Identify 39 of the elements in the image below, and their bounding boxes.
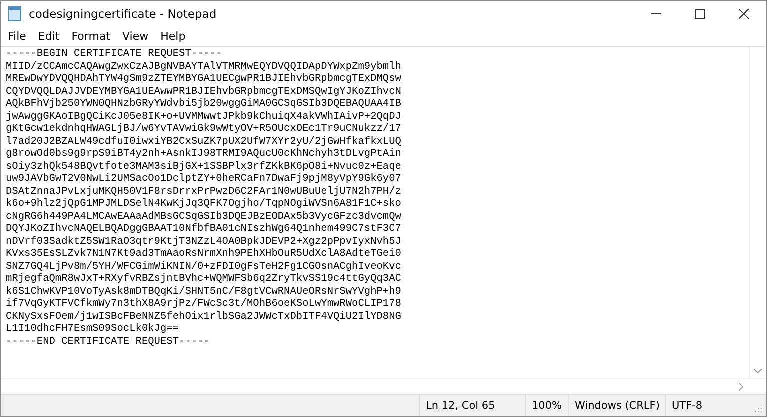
status-text: Ln 12, Col 65	[419, 395, 525, 416]
menu-item[interactable]: Format	[66, 30, 116, 43]
status-text: Windows (CRLF)	[568, 395, 665, 416]
text-line: uw9JAVbGwT2V0NwLi2UMSacOo1DclptZY+0heRCaFn7DwaFj9pjM8yVpY9Gk6y07	[6, 173, 402, 186]
text-line: DSAtZnnaJPvLxjuMKQH50V1F8rsDrrxPrPwzD6C2FAr1N0wUBuUeljU7N2h7PH/z	[6, 186, 402, 198]
window-title: codesigningcertificate - Notepad	[29, 7, 217, 21]
text-line: gKtGcw1ekdnhqHWAGLjBJ/w6YvTAVwiGk9wWtyOV+R5OUcxOEc1Tr9uCNukzz/17	[6, 123, 402, 136]
text-line: CKNySxsFOem/j1wISBcFBeNNZ5fehOix1rlbSGa2JWWcTxDbITF4VQiU2IlYD8NG	[6, 310, 402, 323]
text-line: DQYJKoZIhvcNAQELBQADggGBAAT10NfbfBA01cNIszhWg64Q1nhem499C7stF3C7	[6, 223, 402, 236]
close-icon	[739, 9, 749, 19]
text-line: L1I10dhcFH7EsmS09SocLk0kJg==	[6, 323, 180, 336]
text-line: k6o+9hlz2jQpG1MPJMLDSelN4KwKjJq3QFK7Ogjho/TqpNOgiWVSn6A81F1C+sko	[6, 198, 402, 210]
text-line: CQYDVQQLDAJJVDEYMBYGA1UEAwwPR1BJIEhvbGRpbmcgTExDMSQwIgYJKoZIhvcN	[6, 86, 402, 98]
text-line: g8rowOd0bs9g9rpS9iBT4y2nh+AsnkIJ98TRMI9AQucU0cKhNchyh3tDLvgPtAin	[6, 148, 402, 160]
text-line: jwAwggGKAoIBgQCiKcJ05e8IK+o+UVMMwwtJPkb9kChuiqX4akVWhIAivP+2QqDJ	[6, 110, 402, 123]
menu-item[interactable]: Help	[154, 30, 192, 43]
text-line: KVxs35EsSLZvk7N1N7Kt9ad3TmAaoRsNrmXnh9PEhXHbOuR5UdXclA8AdteTGei0	[6, 248, 402, 260]
text-line: nDVrf03SadktZ5SW1RaO3qtr9KtjT3NZzL4OA0BpkJDEVP2+Xgz2pPpvIyxNvh5J	[6, 236, 402, 248]
notepad-icon	[8, 6, 22, 22]
text-line: MIID/zCCAmcCAQAwgZwxCzAJBgNVBAYTAlVTMRMwEQYDVQQIDApDYWxpZm9ybmlh	[6, 60, 402, 73]
maximize-icon	[695, 9, 705, 19]
text-line: -----BEGIN CERTIFICATE REQUEST-----	[6, 48, 222, 60]
scroll-right-icon[interactable]	[739, 382, 744, 390]
text-line: AQkBFhVjb250YWN0QHNzbGRyYWdvbi5jb20wggGiMA0GCSqGSIb3DQEBAQUAA4IB	[6, 98, 402, 110]
menu-item[interactable]: File	[2, 30, 32, 43]
text-line: mRjegfaQmR8wJxT+RXyfvRBZsjntBVhc+WQMWFSb6q2ZryTkvSS19c4ttGyQq3AC	[6, 273, 402, 286]
status-text: 100%	[525, 395, 568, 416]
text-line: -----END CERTIFICATE REQUEST-----	[6, 336, 210, 348]
scroll-down-icon[interactable]	[754, 369, 762, 374]
text-line: l7ad20J2BZALW49cdfuI0iwxiYB2CxSuZK7pUX2UfW7XYr2yU/2jGwHfkafkxLUQ	[6, 136, 402, 148]
text-line: if7VqGyKTFVCfkmWy7n3thX8A9rjPz/FWcSc3t/MOhB6oeKSoLwYmwRWoCLIP178	[6, 298, 402, 310]
text-line: MREwDwYDVQQHDAhTYW4gSm9zZTEYMBYGA1UECgwPR1BJIEhvbGRpbmcgTExDMQsw	[6, 73, 402, 86]
text-line: SNZ7GQ4LjPv8m/5YH/WFCGimWiKNIN/0+zFDI0gFsTeH2Fg1CGOsnACghIveoKvc	[6, 260, 402, 273]
text-line: k6S1ChwKVP10VoTyAsk8mDTBQqKi/SHNT5nC/F8gtVCwRNAUeORsNrSwYVghP+h9	[6, 286, 402, 298]
text-line: sOiy3zhQk548BQvtfote3MAM3siBjGX+1SSBPlx3rfZKkBK6pO8i+Nvuc0z+Eaqe	[6, 160, 402, 173]
menu-item[interactable]: Edit	[32, 30, 66, 43]
text-line: cNgRG6h449PA4LMCAwEAAaAdMBsGCSqGSIb3DQEJBzEODAx5b3VycGFzc3dvcmQw	[6, 210, 402, 223]
menu-item[interactable]: View	[116, 30, 155, 43]
resize-grip-icon[interactable]	[755, 405, 763, 413]
